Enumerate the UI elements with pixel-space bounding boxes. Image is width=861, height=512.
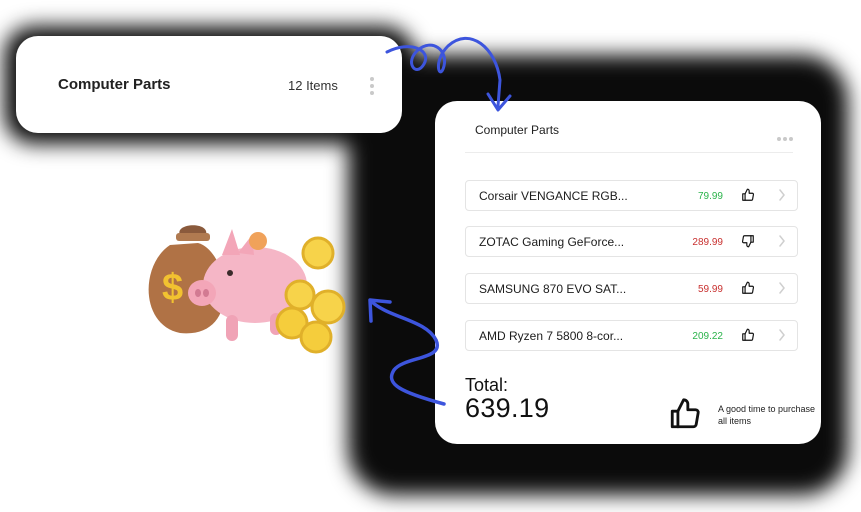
decorative-arrows [368, 36, 512, 406]
svg-text:$: $ [162, 267, 183, 309]
savings-illustration: $ [148, 225, 346, 354]
curly-arrow [385, 36, 502, 108]
squiggle-arrow [370, 300, 446, 406]
